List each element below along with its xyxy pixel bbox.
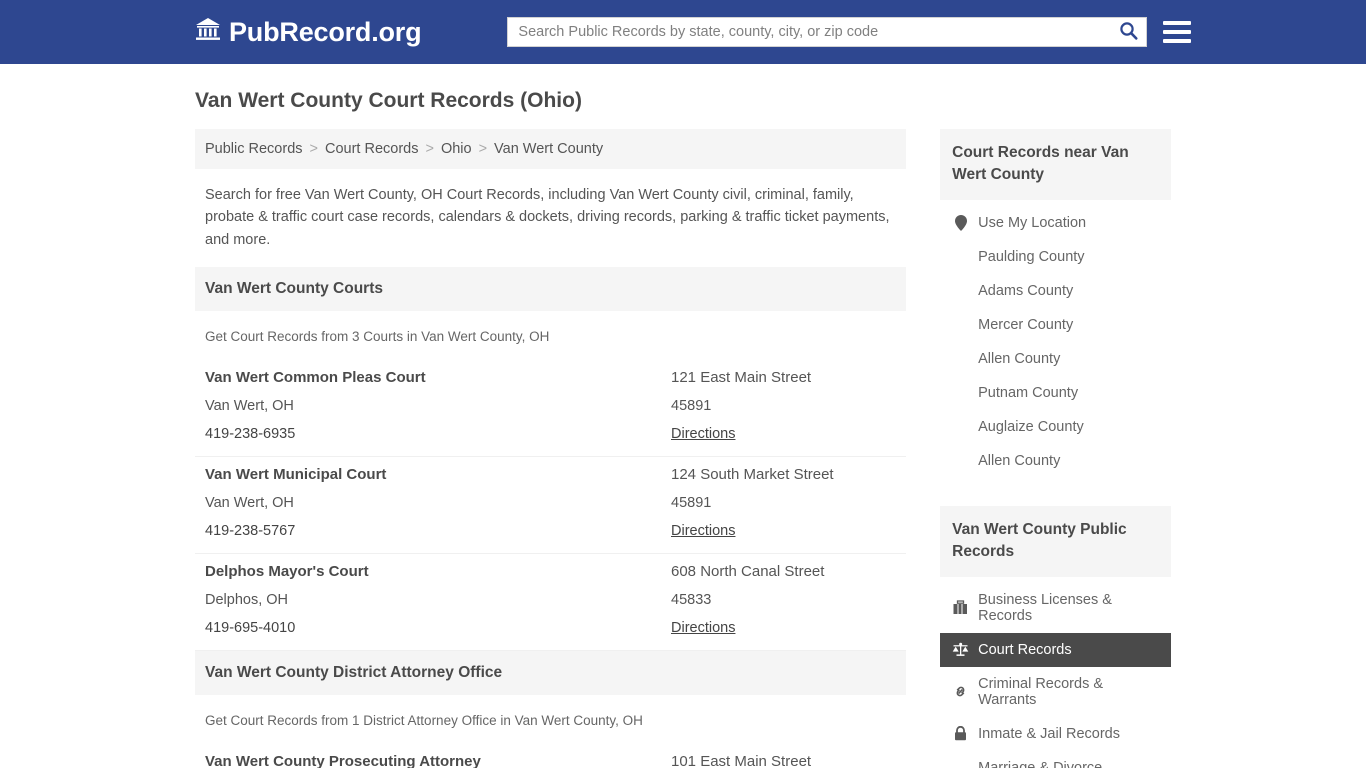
section-heading: Van Wert County Courts <box>195 267 907 312</box>
site-logo[interactable]: PubRecord.org <box>195 16 422 48</box>
listing-phone[interactable]: 419-238-5767 <box>205 523 671 539</box>
sidebar-record-item[interactable]: Marriage & Divorce Records <box>940 751 1171 768</box>
sidebar-nearby-item[interactable]: Auglaize County <box>940 410 1171 444</box>
listing-zip: 45891 <box>671 495 712 512</box>
listing-name[interactable]: Van Wert County Prosecuting Attorney <box>205 753 671 768</box>
sidebar-nearby-label: Allen County <box>978 350 1061 367</box>
sidebar-nearby-item[interactable]: Allen County <box>940 444 1171 478</box>
listing-address: 101 East Main Street45891Directions <box>671 753 896 768</box>
sidebar-record-label: Court Records <box>978 641 1072 658</box>
sidebar-nearby-label: Allen County <box>978 452 1061 469</box>
listing-name[interactable]: Van Wert Municipal Court <box>205 466 671 483</box>
listing-address: 124 South Market Street 45891 Directions <box>671 466 896 539</box>
sidebar-record-item[interactable]: Court Records <box>940 632 1171 667</box>
listing-zip: 45891 <box>671 398 712 415</box>
sidebar-nearby-item[interactable]: Paulding County <box>940 240 1171 274</box>
breadcrumb-item[interactable]: Van Wert County <box>494 141 603 157</box>
breadcrumb-separator: > <box>309 141 318 157</box>
main-column: Public Records > Court Records > Ohio > Van We… <box>195 129 907 768</box>
sidebar-record-label: Marriage & Divorce Records <box>978 759 1103 768</box>
sidebar-nearby-label: Use My Location <box>978 214 1087 231</box>
listing-phone[interactable]: 419-238-6935 <box>205 426 671 442</box>
section-subtitle: Get Court Records from 1 District Attorn… <box>205 713 643 729</box>
listing-info: Van Wert Municipal Court Van Wert, OH 419-… <box>205 466 671 539</box>
page-container: Van Wert County Court Records (Ohio) Pub… <box>0 89 1366 768</box>
listing-row: Van Wert Common Pleas Court Van Wert, OH 4… <box>195 360 907 458</box>
listing-info: Van Wert County Prosecuting AttorneyVan … <box>205 753 671 768</box>
padlock-icon <box>952 726 969 741</box>
breadcrumb: Public Records > Court Records > Ohio > Van We… <box>195 129 907 169</box>
listing-city-state: Delphos, OH <box>205 592 289 609</box>
sidebar-nearby-heading: Court Records near Van Wert County <box>940 129 1171 200</box>
sidebar-nearby-item[interactable]: Adams County <box>940 274 1171 308</box>
listing-city-state: Van Wert, OH <box>205 398 294 415</box>
directions-link[interactable]: Directions <box>671 523 896 539</box>
directions-link[interactable]: Directions <box>671 426 896 442</box>
breadcrumb-item[interactable]: Court Records <box>325 141 418 157</box>
listing-info: Van Wert Common Pleas Court Van Wert, OH 4… <box>205 369 671 442</box>
listing-name[interactable]: Delphos Mayor's Court <box>205 563 671 580</box>
sidebar-nearby-label: Adams County <box>978 282 1074 299</box>
sidebar-nearby-item[interactable]: Allen County <box>940 342 1171 376</box>
listing-phone[interactable]: 419-695-4010 <box>205 620 671 636</box>
sidebar-nearby-item[interactable]: Use My Location <box>940 206 1171 240</box>
listing-city-state: Van Wert, OH <box>205 495 294 512</box>
sidebar-nearby-item[interactable]: Putnam County <box>940 376 1171 410</box>
page-intro-text: Search for free Van Wert County, OH Cour… <box>205 187 890 248</box>
directions-link[interactable]: Directions <box>671 620 896 636</box>
chain-link-icon <box>952 684 969 699</box>
sidebar-records-heading: Van Wert County Public Records <box>940 505 1171 577</box>
sidebar-record-item[interactable]: Criminal Records & Warrants <box>940 667 1171 717</box>
listing-row: Van Wert County Prosecuting AttorneyVan … <box>195 744 906 768</box>
content-columns: Public Records > Court Records > Ohio > Van We… <box>195 129 1171 768</box>
sidebar-nearby-label: Putnam County <box>978 384 1079 401</box>
search-icon <box>1119 21 1138 43</box>
search-input[interactable] <box>518 24 1120 40</box>
listing-name[interactable]: Van Wert Common Pleas Court <box>205 369 671 386</box>
listing-street: 121 East Main Street <box>671 369 812 387</box>
breadcrumb-separator: > <box>478 141 488 157</box>
map-pin-icon <box>952 214 969 231</box>
listing-zip: 45833 <box>671 592 712 609</box>
scales-of-justice-icon <box>952 642 969 657</box>
sidebar-record-label: Criminal Records & Warrants <box>978 675 1104 708</box>
sections-container: Van Wert County Courts Get Court Records … <box>195 267 907 768</box>
sidebar-nearby-list: Use My Location Paulding County Adams Coun… <box>940 200 1171 486</box>
sidebar-nearby-label: Auglaize County <box>978 418 1084 435</box>
sidebar: Court Records near Van Wert County Use M… <box>940 129 1171 768</box>
sidebar-nearby-label: Paulding County <box>978 248 1085 265</box>
search-bar[interactable] <box>507 17 1148 47</box>
hamburger-menu-icon[interactable] <box>1163 21 1192 43</box>
sidebar-records-list: Business Licenses & Records Court Records… <box>940 577 1171 768</box>
page-title: Van Wert County Court Records (Ohio) <box>195 89 582 112</box>
bank-icon <box>195 17 221 48</box>
sidebar-record-label: Business Licenses & Records <box>978 591 1112 624</box>
briefcase-icon <box>952 600 969 615</box>
sidebar-nearby-label: Mercer County <box>978 316 1074 333</box>
search-button[interactable] <box>1119 21 1138 43</box>
listing-info: Delphos Mayor's Court Delphos, OH 419-695-… <box>205 563 671 636</box>
listing-street: 101 East Main Street <box>671 753 812 768</box>
breadcrumb-separator: > <box>425 141 434 157</box>
section-heading: Van Wert County District Attorney Office <box>195 651 907 696</box>
sidebar-record-label: Inmate & Jail Records <box>978 725 1120 742</box>
listing-row: Delphos Mayor's Court Delphos, OH 419-695-… <box>195 554 907 652</box>
site-header: PubRecord.org <box>0 0 1366 64</box>
section-subtitle: Get Court Records from 3 Courts in Van W… <box>205 329 550 345</box>
listing-street: 124 South Market Street <box>671 466 834 484</box>
sidebar-record-item[interactable]: Inmate & Jail Records <box>940 717 1171 751</box>
listing-street: 608 North Canal Street <box>671 563 825 581</box>
breadcrumb-item[interactable]: Public Records <box>205 141 303 157</box>
breadcrumb-item[interactable]: Ohio <box>441 141 472 157</box>
listing-row: Van Wert Municipal Court Van Wert, OH 419-… <box>195 457 907 555</box>
listing-address: 121 East Main Street 45891 Directions <box>671 369 896 442</box>
sidebar-nearby-item[interactable]: Mercer County <box>940 308 1171 342</box>
sidebar-record-item[interactable]: Business Licenses & Records <box>940 583 1171 633</box>
site-logo-text: PubRecord.org <box>229 16 422 47</box>
listing-address: 608 North Canal Street 45833 Directions <box>671 563 896 636</box>
